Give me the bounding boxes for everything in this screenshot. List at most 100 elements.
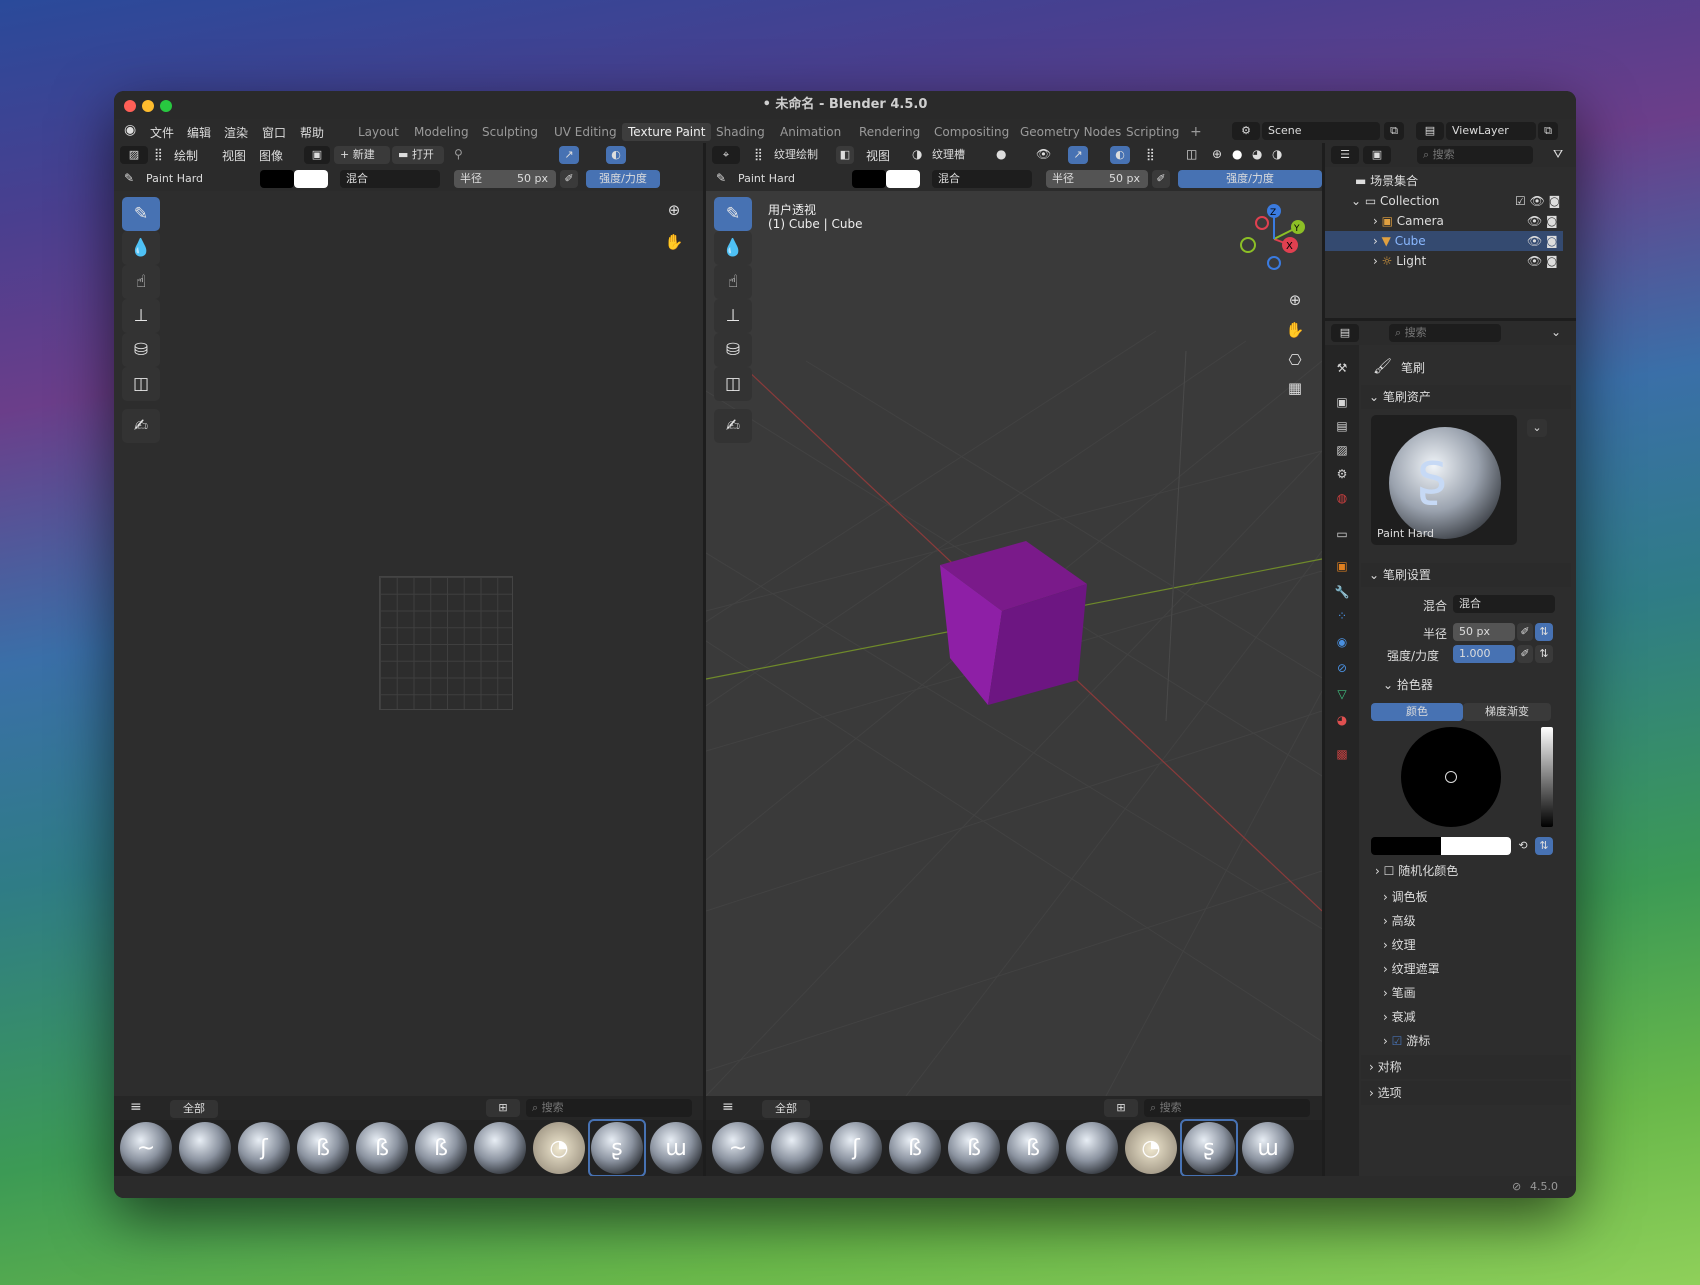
brush-thumb-blur[interactable] [179, 1122, 231, 1174]
menu-file[interactable]: 文件 [150, 124, 174, 141]
tab-compositing[interactable]: Compositing [928, 123, 1015, 141]
image-browse-icon[interactable]: ▣ [304, 146, 330, 164]
texture-paint-mode-icon[interactable]: ⣿ [754, 147, 763, 161]
viewport-blend-selector[interactable]: 混合 [932, 170, 1032, 188]
menu-render[interactable]: 渲染 [224, 124, 248, 141]
primary-color-swatch[interactable] [260, 170, 294, 188]
mask-icon[interactable]: ◧ [836, 146, 854, 164]
vp-brush-thumb-clone[interactable]: ʃ [830, 1122, 882, 1174]
view-layer-tab-icon[interactable]: ▨ [1333, 441, 1351, 459]
outliner-search-input[interactable]: ⌕ 搜索 [1417, 146, 1533, 164]
brush-thumb-mask[interactable]: ◔ [533, 1122, 585, 1174]
advanced-section[interactable]: › 高级 [1361, 909, 1571, 933]
tab-animation[interactable]: Animation [774, 123, 847, 141]
tab-modeling[interactable]: Modeling [408, 123, 475, 141]
add-workspace-button[interactable]: + [1184, 123, 1208, 141]
outliner-editor-type-icon[interactable]: ☰ [1331, 146, 1359, 164]
constraints-tab-icon[interactable]: ⊘ [1333, 659, 1351, 677]
brush-thumb-paint-hard[interactable]: ʂ [591, 1122, 643, 1174]
close-window-button[interactable] [124, 100, 136, 112]
scene-icon[interactable]: ⚙ [1232, 122, 1260, 140]
tab-sculpting[interactable]: Sculpting [476, 123, 544, 141]
viewport-tool-smear-icon[interactable]: ☝ [714, 265, 752, 299]
viewport-tool-soften-icon[interactable]: 💧 [714, 231, 752, 265]
strength-field[interactable]: 强度/力度 [586, 170, 660, 188]
menu-edit[interactable]: 编辑 [187, 124, 211, 141]
viewport-radius-field[interactable]: 半径 50 px [1046, 170, 1148, 188]
symmetry-section[interactable]: › 对称 [1361, 1055, 1571, 1079]
zoom-window-button[interactable] [160, 100, 172, 112]
shading-wireframe-icon[interactable]: ⊕ [1212, 147, 1222, 161]
viewport-editor-type-icon[interactable]: ⌖ [712, 146, 740, 164]
collection-checkbox-icon[interactable]: ☑ 👁 ◙ [1515, 191, 1560, 211]
shading-solid-icon[interactable]: ● [1232, 147, 1242, 161]
blend-field[interactable]: 混合 [1453, 595, 1555, 613]
shading-material-icon[interactable]: ◕ [1252, 147, 1262, 161]
visibility-icon[interactable]: 👁 [1036, 147, 1051, 161]
snap-icon[interactable]: ↗ [559, 146, 579, 164]
viewport-tool-fill-icon[interactable]: ⛁ [714, 333, 752, 367]
brush-thumb-erase-hard-pressure[interactable]: ß [356, 1122, 408, 1174]
filter-icon[interactable]: ⛛ [1553, 147, 1563, 162]
menu-image[interactable]: 图像 [259, 147, 283, 164]
options-section[interactable]: › 选项 [1361, 1081, 1571, 1105]
strength-pressure-icon[interactable]: ✐ [1517, 645, 1533, 663]
outliner-collection[interactable]: ⌄ ▭ Collection ☑ 👁 ◙ [1325, 191, 1563, 211]
color-wheel[interactable] [1401, 727, 1501, 827]
view-layer-selector[interactable]: ViewLayer [1446, 122, 1536, 140]
radius-pressure-icon[interactable]: ✐ [1517, 623, 1533, 641]
brush-asset-section[interactable]: ⌄ 笔刷资产 [1361, 385, 1571, 409]
shading-rendered-icon[interactable]: ◑ [1272, 147, 1282, 161]
tool-draw-icon[interactable]: ✎ [122, 197, 160, 231]
overlay-icon[interactable]: ◐ [606, 146, 626, 164]
viewport-shelf-search-input[interactable]: ⌕ 搜索 [1144, 1099, 1310, 1117]
object-tab-icon[interactable]: ▣ [1333, 557, 1351, 575]
paint-mode-icon[interactable]: ⣿ [154, 147, 163, 161]
data-tab-icon[interactable]: ▽ [1333, 685, 1351, 703]
viewport-zoom-icon[interactable]: ⊕ [1282, 287, 1308, 313]
menu-help[interactable]: 帮助 [300, 124, 324, 141]
world-tab-icon[interactable]: ◍ [1333, 489, 1351, 507]
render-tab-icon[interactable]: ▣ [1333, 393, 1351, 411]
properties-search-input[interactable]: ⌕ 搜索 [1389, 324, 1501, 342]
tab-shading[interactable]: Shading [710, 123, 771, 141]
collection-tab-icon[interactable]: ▭ [1333, 525, 1351, 543]
viewport-tool-draw-icon[interactable]: ✎ [714, 197, 752, 231]
minimize-window-button[interactable] [142, 100, 154, 112]
picker-tab-color[interactable]: 颜色 [1371, 703, 1463, 721]
tool-smear-icon[interactable]: ☝ [122, 265, 160, 299]
viewport-primary-color-swatch[interactable] [852, 170, 886, 188]
pivot-icon[interactable]: ● [996, 147, 1006, 161]
shelf-tab-all[interactable]: 全部 [170, 1100, 218, 1118]
viewport-pressure-icon[interactable]: ✐ [1152, 170, 1170, 188]
tool-clone-icon[interactable]: ⊥ [122, 299, 160, 333]
new-image-button[interactable]: + 新建 [334, 146, 390, 164]
new-scene-icon[interactable]: ⧉ [1384, 122, 1404, 140]
tool-annotate-icon[interactable]: ✍ [122, 409, 160, 443]
falloff-section[interactable]: › 衰减 [1361, 1005, 1571, 1029]
outliner-display-mode-icon[interactable]: ▣ [1363, 146, 1391, 164]
shelf-display-icon[interactable]: ⊞ [486, 1099, 520, 1117]
viewport-strength-field[interactable]: 强度/力度 [1178, 170, 1322, 188]
tab-uv-editing[interactable]: UV Editing [548, 123, 623, 141]
vp-brush-thumb-erase-soft[interactable]: ß [1007, 1122, 1059, 1174]
vp-brush-thumb-erase-hard-pressure[interactable]: ß [948, 1122, 1000, 1174]
output-tab-icon[interactable]: ▤ [1333, 417, 1351, 435]
tool-fill-icon[interactable]: ⛁ [122, 333, 160, 367]
strength-prop-field[interactable]: 1.000 [1453, 645, 1515, 663]
cube-visibility-icon[interactable]: 👁 ◙ [1515, 231, 1558, 251]
navigation-gizmo[interactable]: X Y Z [1234, 199, 1314, 279]
pan-hand-icon[interactable]: ✋ [661, 229, 687, 255]
strength-unit-icon[interactable]: ⇅ [1535, 645, 1553, 663]
vp-brush-thumb-blur[interactable] [771, 1122, 823, 1174]
tab-layout[interactable]: Layout [352, 123, 405, 141]
brush-thumb-airbrush[interactable]: ~ [120, 1122, 172, 1174]
random-color-row[interactable]: › ☐ 随机化颜色 [1361, 859, 1571, 883]
brush-thumb-fill[interactable] [474, 1122, 526, 1174]
texture-tab-icon[interactable]: ▩ [1333, 745, 1351, 763]
brush-asset-menu-icon[interactable]: ⌄ [1527, 419, 1547, 437]
perspective-toggle-icon[interactable]: ▦ [1282, 375, 1308, 401]
viewport-pan-icon[interactable]: ✋ [1282, 317, 1308, 343]
brush-preview[interactable]: ʂ Paint Hard [1371, 415, 1517, 545]
picker-unit-icon[interactable]: ⇅ [1535, 837, 1553, 855]
